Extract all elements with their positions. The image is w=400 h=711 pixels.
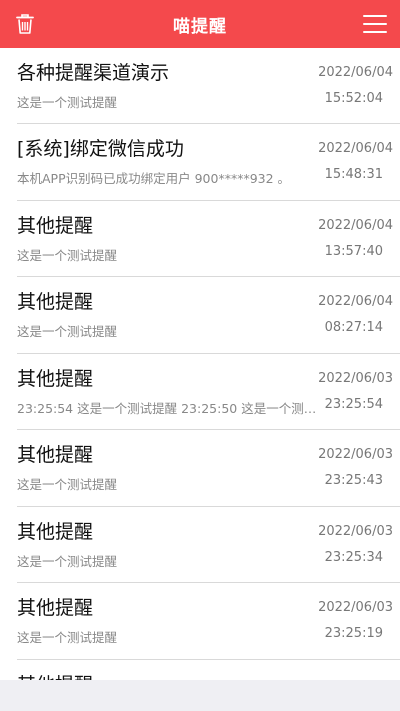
item-time: 23:25:43 — [324, 473, 383, 488]
item-time: 15:52:04 — [324, 91, 383, 106]
item-date: 2022/06/04 — [318, 294, 393, 309]
item-time: 13:57:40 — [324, 243, 383, 259]
app-header: 喵提醒 — [0, 0, 400, 48]
list-item[interactable]: 其他提醒 这是一个测试提醒 2022/06/04 08:27:14 — [17, 277, 400, 354]
item-body: 本机APP识别码已成功绑定用户 900*****932 。 — [17, 171, 291, 186]
list-item[interactable]: 各种提醒渠道演示 这是一个测试提醒 2022/06/04 15:52:04 — [17, 48, 400, 124]
item-date: 2022/06/03 — [318, 600, 393, 615]
item-time: 15:48:31 — [324, 167, 383, 182]
item-time: 23:25:19 — [324, 626, 383, 641]
item-time: 23:25:34 — [324, 549, 383, 565]
list-item[interactable]: [系统]绑定微信成功 本机APP识别码已成功绑定用户 900*****932 。… — [17, 124, 400, 201]
menu-button[interactable] — [360, 0, 390, 48]
item-title: 各种提醒渠道演示 — [17, 62, 170, 84]
app-screen: 喵提醒 各种提醒渠道演示 这是一个测试提醒 2022/06/04 15:52:0… — [0, 0, 400, 711]
item-title: 其他提醒 — [17, 214, 94, 237]
item-body: 这是一个测试提醒 — [17, 95, 118, 110]
bottom-bar — [0, 680, 400, 711]
trash-icon — [16, 14, 34, 34]
item-time: 23:25:54 — [324, 396, 383, 412]
item-time: 08:27:14 — [324, 320, 383, 335]
item-date: 2022/06/04 — [318, 217, 393, 233]
item-title: [系统]绑定微信成功 — [17, 138, 184, 160]
item-date: 2022/06/03 — [318, 370, 393, 386]
list-item[interactable]: 其他提醒 这是一个测试提醒 2022/06/04 13:57:40 — [17, 201, 400, 277]
item-title: 其他提醒 — [17, 367, 94, 390]
item-title: 其他提醒 — [17, 444, 94, 466]
list-item[interactable]: 其他提醒 — [17, 660, 400, 681]
item-date: 2022/06/03 — [318, 447, 393, 462]
item-body: 这是一个测试提醒 — [17, 553, 118, 569]
item-date: 2022/06/04 — [318, 65, 393, 80]
delete-all-button[interactable] — [10, 0, 40, 48]
item-title: 其他提醒 — [17, 670, 93, 681]
item-title: 其他提醒 — [17, 291, 94, 313]
item-body: 这是一个测试提醒 — [17, 477, 118, 492]
menu-icon — [363, 15, 387, 33]
item-body: 这是一个测试提醒 — [17, 324, 118, 339]
page-title: 喵提醒 — [173, 16, 227, 37]
item-body: 这是一个测试提醒 — [17, 247, 118, 263]
notification-list[interactable]: 各种提醒渠道演示 这是一个测试提醒 2022/06/04 15:52:04 [系… — [0, 48, 400, 680]
list-item[interactable]: 其他提醒 这是一个测试提醒 2022/06/03 23:25:19 — [17, 583, 400, 660]
item-date: 2022/06/04 — [318, 141, 393, 156]
item-title: 其他提醒 — [17, 520, 94, 543]
list-item[interactable]: 其他提醒 这是一个测试提醒 2022/06/03 23:25:43 — [17, 430, 400, 507]
list-item[interactable]: 其他提醒 23:25:54 这是一个测试提醒 23:25:50 这是一个测试提醒… — [17, 354, 400, 430]
list-item[interactable]: 其他提醒 这是一个测试提醒 2022/06/03 23:25:34 — [17, 507, 400, 583]
item-body: 这是一个测试提醒 — [17, 630, 118, 645]
item-title: 其他提醒 — [17, 597, 94, 619]
item-body: 23:25:54 这是一个测试提醒 23:25:50 这是一个测试提醒 — [17, 400, 323, 416]
item-date: 2022/06/03 — [318, 523, 393, 539]
